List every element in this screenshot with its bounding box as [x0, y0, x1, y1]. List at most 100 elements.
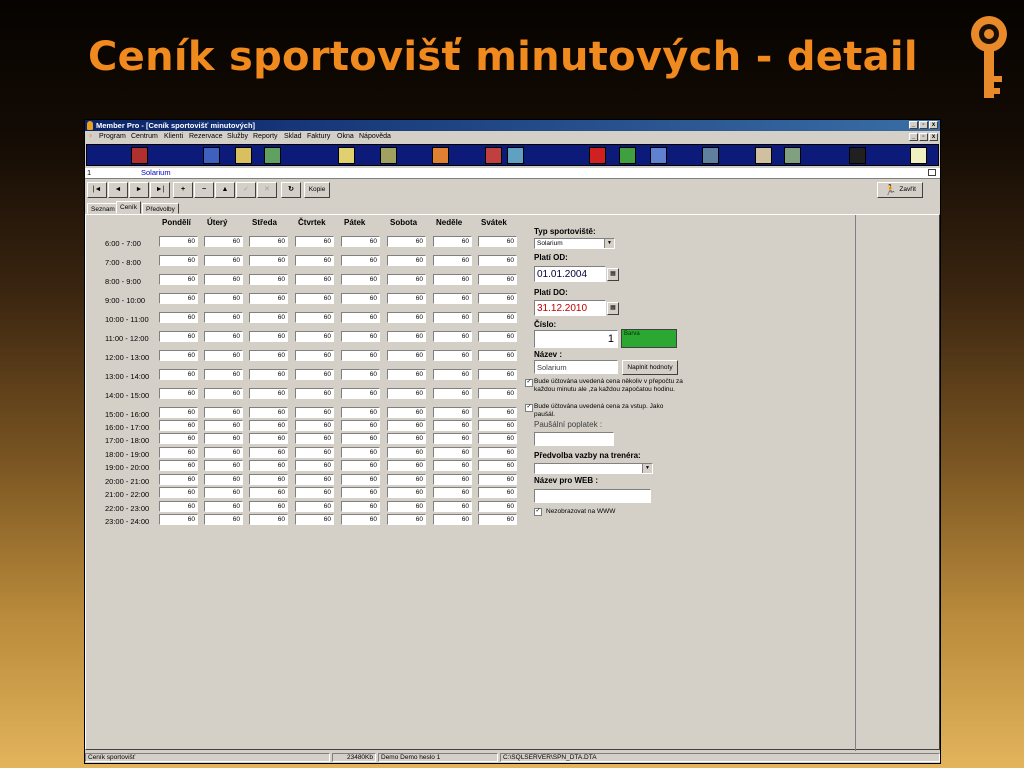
price-cell[interactable]: 60 — [204, 501, 243, 512]
price-cell[interactable]: 60 — [387, 460, 426, 471]
price-cell[interactable]: 60 — [341, 433, 380, 444]
price-cell[interactable]: 60 — [341, 255, 380, 266]
valid-to-field[interactable]: 31.12.2010 — [534, 300, 606, 316]
price-cell[interactable]: 60 — [159, 407, 198, 418]
price-cell[interactable]: 60 — [433, 501, 472, 512]
price-cell[interactable]: 60 — [341, 407, 380, 418]
price-cell[interactable]: 60 — [387, 236, 426, 247]
price-cell[interactable]: 60 — [433, 474, 472, 485]
price-cell[interactable]: 60 — [295, 255, 334, 266]
price-cell[interactable]: 60 — [433, 407, 472, 418]
price-cell[interactable]: 60 — [159, 433, 198, 444]
price-cell[interactable]: 60 — [295, 433, 334, 444]
menu-centrum[interactable]: Centrum — [131, 133, 158, 140]
price-cell[interactable]: 60 — [204, 255, 243, 266]
price-cell[interactable]: 60 — [295, 331, 334, 342]
price-cell[interactable]: 60 — [341, 293, 380, 304]
price-cell[interactable]: 60 — [433, 236, 472, 247]
price-cell[interactable]: 60 — [249, 350, 288, 361]
users-icon[interactable] — [784, 147, 801, 164]
price-cell[interactable]: 60 — [295, 274, 334, 285]
flat-fee-checkbox[interactable]: ✓ — [525, 404, 533, 412]
price-cell[interactable]: 60 — [204, 407, 243, 418]
price-cell[interactable]: 60 — [204, 460, 243, 471]
per-minute-checkbox[interactable]: ✓ — [525, 379, 533, 387]
price-cell[interactable]: 60 — [249, 501, 288, 512]
cash-register-icon[interactable] — [380, 147, 397, 164]
price-cell[interactable]: 60 — [387, 274, 426, 285]
price-cell[interactable]: 60 — [478, 331, 517, 342]
menu-faktury[interactable]: Faktury — [307, 133, 330, 140]
price-cell[interactable]: 60 — [249, 420, 288, 431]
price-cell[interactable]: 60 — [159, 514, 198, 525]
price-cell[interactable]: 60 — [295, 312, 334, 323]
price-cell[interactable]: 60 — [295, 501, 334, 512]
name-field[interactable]: Solarium — [534, 360, 618, 374]
menu-okna[interactable]: Okna — [337, 133, 354, 140]
price-cell[interactable]: 60 — [478, 293, 517, 304]
fill-values-button[interactable]: Naplnit hodnoty — [622, 360, 678, 375]
add-record-button[interactable]: + — [173, 182, 193, 198]
price-cell[interactable]: 60 — [159, 236, 198, 247]
price-cell[interactable]: 60 — [341, 388, 380, 399]
price-cell[interactable]: 60 — [159, 331, 198, 342]
face-icon[interactable] — [755, 147, 772, 164]
colors-icon[interactable] — [432, 147, 449, 164]
price-cell[interactable]: 60 — [249, 407, 288, 418]
price-cell[interactable]: 60 — [159, 487, 198, 498]
price-cell[interactable]: 60 — [478, 460, 517, 471]
lightbulb-icon[interactable] — [910, 147, 927, 164]
document-icon[interactable] — [507, 147, 524, 164]
record-bar-icon[interactable] — [928, 169, 936, 176]
mdi-maximize-button[interactable]: ▫ — [919, 133, 928, 141]
price-cell[interactable]: 60 — [295, 420, 334, 431]
hide-web-checkbox[interactable]: ✓ — [534, 508, 542, 516]
price-cell[interactable]: 60 — [433, 420, 472, 431]
tab-seznam[interactable]: Seznam — [87, 203, 119, 214]
mdi-minimize-button[interactable]: _ — [909, 133, 918, 141]
price-cell[interactable]: 60 — [204, 350, 243, 361]
price-cell[interactable]: 60 — [341, 236, 380, 247]
price-cell[interactable]: 60 — [204, 447, 243, 458]
tab-cenik[interactable]: Ceník — [116, 201, 141, 214]
price-cell[interactable]: 60 — [204, 420, 243, 431]
price-cell[interactable]: 60 — [159, 255, 198, 266]
price-cell[interactable]: 60 — [433, 312, 472, 323]
price-cell[interactable]: 60 — [159, 501, 198, 512]
price-cell[interactable]: 60 — [204, 369, 243, 380]
price-cell[interactable]: 60 — [295, 407, 334, 418]
price-cell[interactable]: 60 — [249, 274, 288, 285]
gift-icon[interactable] — [485, 147, 502, 164]
price-cell[interactable]: 60 — [433, 487, 472, 498]
price-cell[interactable]: 60 — [433, 447, 472, 458]
price-cell[interactable]: 60 — [295, 236, 334, 247]
menu-rezervace[interactable]: Rezervace — [189, 133, 222, 140]
type-select[interactable]: Solarium ▼ — [534, 238, 615, 249]
price-cell[interactable]: 60 — [478, 350, 517, 361]
person-icon[interactable] — [702, 147, 719, 164]
price-cell[interactable]: 60 — [249, 236, 288, 247]
chevron-down-icon[interactable]: ▼ — [604, 239, 614, 248]
price-cell[interactable]: 60 — [433, 369, 472, 380]
price-cell[interactable]: 60 — [341, 501, 380, 512]
price-cell[interactable]: 60 — [249, 293, 288, 304]
color-swatch[interactable]: Barva — [621, 329, 677, 348]
price-cell[interactable]: 60 — [478, 487, 517, 498]
minimize-button[interactable]: _ — [909, 121, 918, 129]
price-cell[interactable]: 60 — [204, 331, 243, 342]
price-cell[interactable]: 60 — [159, 460, 198, 471]
price-cell[interactable]: 60 — [295, 369, 334, 380]
price-cell[interactable]: 60 — [159, 369, 198, 380]
confirm-button[interactable]: ✓ — [236, 182, 256, 198]
price-cell[interactable]: 60 — [204, 388, 243, 399]
window-titlebar[interactable]: Member Pro - [Ceník sportovišť minutovýc… — [85, 120, 940, 131]
price-cell[interactable]: 60 — [295, 474, 334, 485]
graph-icon[interactable] — [650, 147, 667, 164]
price-cell[interactable]: 60 — [341, 420, 380, 431]
price-cell[interactable]: 60 — [295, 388, 334, 399]
chart-icon[interactable] — [264, 147, 281, 164]
price-cell[interactable]: 60 — [204, 293, 243, 304]
price-cell[interactable]: 60 — [159, 350, 198, 361]
price-cell[interactable]: 60 — [387, 312, 426, 323]
price-cell[interactable]: 60 — [159, 274, 198, 285]
